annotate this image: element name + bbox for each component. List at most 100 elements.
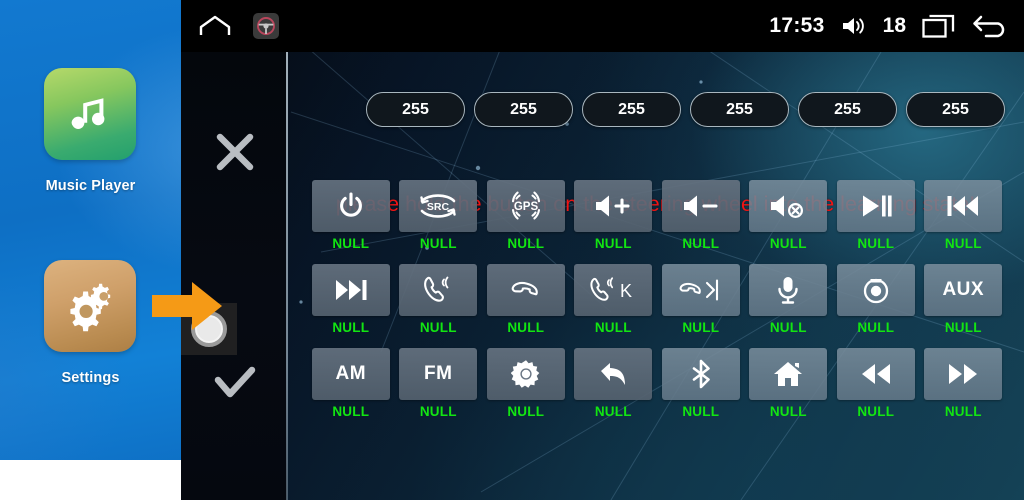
key-label: NULL: [419, 320, 457, 335]
key-label: NULL: [769, 236, 807, 251]
music-note-icon: [64, 88, 116, 140]
volume-mute-icon[interactable]: [749, 180, 828, 232]
key-text: FM: [424, 363, 453, 384]
value-chip[interactable]: 255: [582, 92, 681, 127]
volume-speaker-icon[interactable]: [841, 15, 867, 37]
microphone-icon[interactable]: [749, 264, 828, 316]
src-icon[interactable]: SRC: [399, 180, 478, 232]
confirm-button[interactable]: [213, 362, 257, 406]
rewind-icon[interactable]: [836, 348, 915, 400]
steering-wheel-icon[interactable]: [253, 13, 279, 39]
status-clock: 17:53: [769, 14, 825, 37]
back-curve-icon[interactable]: [574, 348, 653, 400]
key-cell-phone-hangup[interactable]: NULL: [482, 264, 570, 335]
head-unit-screen: 17:53 18 255 255 255 255 255 255 please …: [181, 0, 1024, 500]
play-pause-icon[interactable]: [836, 180, 915, 232]
app-label-settings: Settings: [61, 370, 120, 386]
key-label: NULL: [944, 404, 982, 419]
key-label: NULL: [332, 404, 370, 419]
key-cell-power[interactable]: NULL: [307, 180, 395, 251]
key-label: NULL: [332, 236, 370, 251]
key-row: NULL SRC NULL GPS NULL NULL NULL NULL NU…: [307, 180, 1007, 251]
key-cell-aux[interactable]: AUX NULL: [920, 264, 1008, 335]
volume-down-icon[interactable]: [661, 180, 740, 232]
key-cell-phone-answer[interactable]: NULL: [395, 264, 483, 335]
key-cell-phone-hangup-next[interactable]: NULL: [657, 264, 745, 335]
key-row: AM NULL FM NULL NULL NULL NULL NULL NULL…: [307, 348, 1007, 419]
key-text: AUX: [942, 279, 985, 300]
key-cell-previous-track[interactable]: NULL: [920, 180, 1008, 251]
key-cell-next-track[interactable]: NULL: [307, 264, 395, 335]
key-text: AM: [335, 363, 367, 384]
device-screenshot: Music Player Settings 17:53 18 255 255 2…: [0, 0, 1024, 500]
key-cell-volume-up[interactable]: NULL: [570, 180, 658, 251]
key-cell-fm[interactable]: FM NULL: [395, 348, 483, 419]
gps-icon[interactable]: GPS: [486, 180, 565, 232]
fm-icon[interactable]: FM: [399, 348, 478, 400]
key-label: NULL: [944, 320, 982, 335]
key-label: NULL: [507, 236, 545, 251]
app-tile-settings[interactable]: [44, 260, 136, 352]
steering-wheel-learning-page: 255 255 255 255 255 255 please hold the …: [181, 52, 1024, 500]
power-icon[interactable]: [311, 180, 390, 232]
phone-answer-k-icon[interactable]: K: [574, 264, 653, 316]
phone-hangup-icon[interactable]: [486, 264, 565, 316]
key-label: NULL: [419, 236, 457, 251]
app-label-music-player: Music Player: [45, 178, 136, 194]
am-icon[interactable]: AM: [311, 348, 390, 400]
app-tile-music-player[interactable]: [44, 68, 136, 160]
key-cell-rewind[interactable]: NULL: [832, 348, 920, 419]
key-cell-play-pause[interactable]: NULL: [832, 180, 920, 251]
fast-forward-icon[interactable]: [924, 348, 1003, 400]
key-cell-gps[interactable]: GPS NULL: [482, 180, 570, 251]
key-cell-am[interactable]: AM NULL: [307, 348, 395, 419]
key-label: NULL: [594, 236, 632, 251]
value-chip[interactable]: 255: [474, 92, 573, 127]
key-cell-home[interactable]: NULL: [745, 348, 833, 419]
key-label: NULL: [682, 320, 720, 335]
phone-hangup-next-icon[interactable]: [661, 264, 740, 316]
key-cell-mute[interactable]: NULL: [745, 180, 833, 251]
home-filled-icon[interactable]: [749, 348, 828, 400]
value-chip[interactable]: 255: [798, 92, 897, 127]
brightness-gear-icon[interactable]: [486, 348, 565, 400]
key-label: NULL: [682, 236, 720, 251]
back-arrow-icon[interactable]: [972, 13, 1008, 39]
function-key-grid: NULL SRC NULL GPS NULL NULL NULL NULL NU…: [307, 180, 1007, 432]
camera-icon[interactable]: [836, 264, 915, 316]
previous-track-icon[interactable]: [924, 180, 1003, 232]
channel-value-chips: 255 255 255 255 255 255: [287, 92, 1024, 127]
key-cell-brightness[interactable]: NULL: [482, 348, 570, 419]
next-track-icon[interactable]: [311, 264, 390, 316]
status-volume-value: 18: [882, 14, 906, 37]
key-row: NULL NULL NULL K NULL NULL NULL NULL AUX…: [307, 264, 1007, 335]
phone-answer-icon[interactable]: [399, 264, 478, 316]
touch-circle-icon: [181, 303, 237, 355]
value-chip[interactable]: 255: [906, 92, 1005, 127]
key-cell-volume-down[interactable]: NULL: [657, 180, 745, 251]
volume-up-icon[interactable]: [574, 180, 653, 232]
key-cell-microphone[interactable]: NULL: [745, 264, 833, 335]
status-bar: 17:53 18: [181, 0, 1024, 52]
home-outline-icon[interactable]: [199, 14, 231, 38]
bluetooth-icon[interactable]: [661, 348, 740, 400]
value-chip[interactable]: 255: [366, 92, 465, 127]
svg-text:SRC: SRC: [427, 201, 450, 213]
key-cell-bluetooth[interactable]: NULL: [657, 348, 745, 419]
key-label: NULL: [944, 236, 982, 251]
key-cell-camera[interactable]: NULL: [832, 264, 920, 335]
key-label: NULL: [857, 320, 895, 335]
key-label: NULL: [769, 404, 807, 419]
aux-icon[interactable]: AUX: [924, 264, 1003, 316]
key-cell-fast-forward[interactable]: NULL: [920, 348, 1008, 419]
key-label: NULL: [419, 404, 457, 419]
key-cell-phone-answer-k[interactable]: K NULL: [570, 264, 658, 335]
recent-apps-icon[interactable]: [922, 13, 956, 39]
cancel-button[interactable]: [213, 130, 257, 174]
key-cell-back[interactable]: NULL: [570, 348, 658, 419]
key-label: NULL: [594, 320, 632, 335]
value-chip[interactable]: 255: [690, 92, 789, 127]
key-label: NULL: [594, 404, 632, 419]
svg-text:K: K: [620, 281, 632, 301]
key-cell-src[interactable]: SRC NULL: [395, 180, 483, 251]
